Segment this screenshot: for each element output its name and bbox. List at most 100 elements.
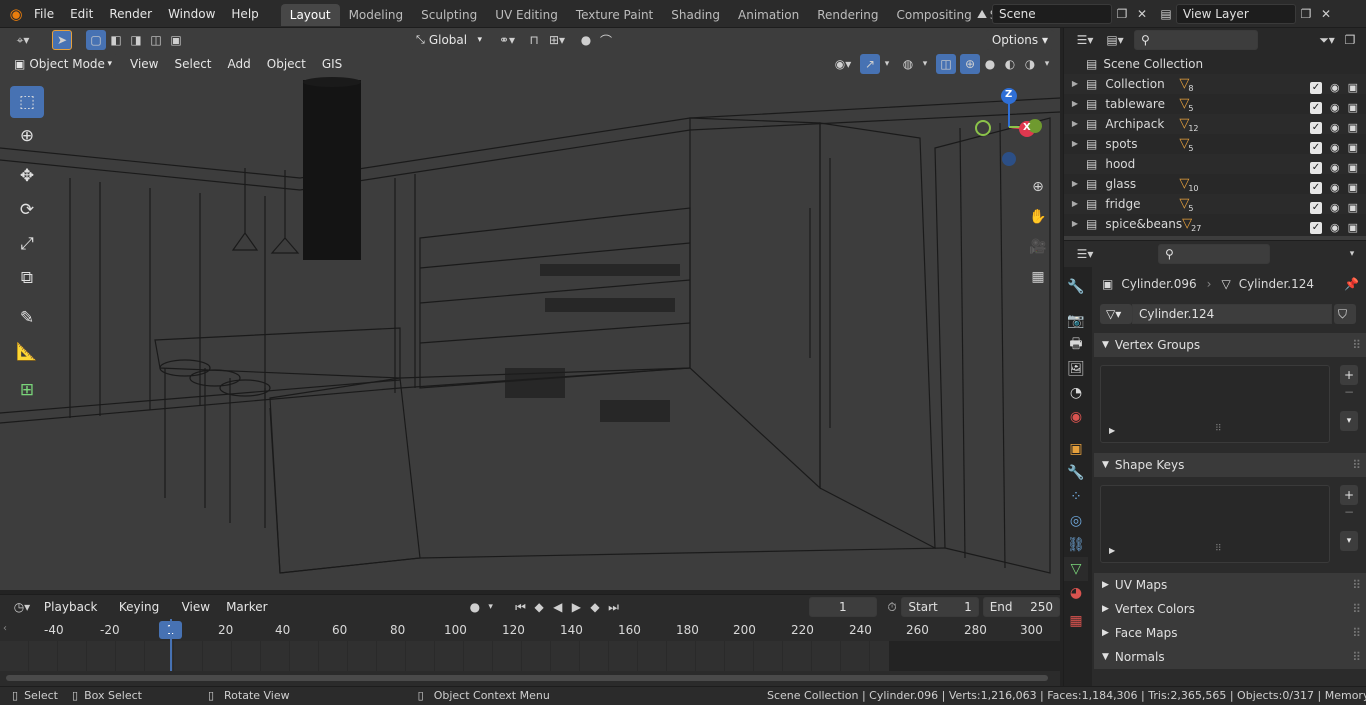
face-maps-panel-header[interactable]: ▶ Face Maps ⠿ <box>1094 621 1366 645</box>
fake-user-shield-icon[interactable]: ⛉ <box>1334 304 1356 324</box>
render-tab-icon[interactable]: 📷 <box>1064 309 1088 333</box>
shading-material-icon[interactable]: ◐ <box>1000 54 1020 74</box>
include-checkbox[interactable]: ✓ <box>1309 202 1322 214</box>
list-expand-icon[interactable]: ▶ <box>1109 546 1115 555</box>
blender-logo-icon[interactable]: ◉ <box>6 4 26 24</box>
snap-toggle-icon[interactable]: ⊓ <box>524 30 544 50</box>
select-new-icon[interactable]: ▢ <box>86 30 106 50</box>
copy-view-layer-icon[interactable]: ❐ <box>1296 4 1316 24</box>
select-invert-icon[interactable]: ◫ <box>146 30 166 50</box>
pin-icon[interactable]: 📌 <box>1344 277 1359 291</box>
jump-end-icon[interactable]: ⏭ <box>604 597 623 617</box>
list-expand-icon[interactable]: ▶ <box>1109 426 1115 435</box>
modifier-tab-icon[interactable]: 🔧 <box>1064 461 1088 485</box>
editor-type-icon[interactable]: ⌖▾ <box>8 30 38 50</box>
properties-editor-icon[interactable]: ☰▾ <box>1070 244 1100 264</box>
proportional-edit-icon[interactable]: ● <box>576 30 596 50</box>
tab-modeling[interactable]: Modeling <box>340 4 413 26</box>
remove-vertex-group-button[interactable]: − <box>1340 385 1358 399</box>
xray-icon[interactable]: ◫ <box>936 54 956 74</box>
gizmo-dropdown-icon[interactable]: ▾ <box>880 54 894 74</box>
vertex-groups-list[interactable]: ▶ ⠿ <box>1100 365 1330 443</box>
view-layer-tab-icon[interactable]: 🖼 <box>1064 357 1088 381</box>
filter-icon[interactable]: ⏷▾ <box>1314 30 1340 50</box>
play-icon[interactable]: ▶ <box>567 597 586 617</box>
timeline-ruler[interactable]: ‹ -40 -20 1 20 40 60 80 100 120 140 160 … <box>0 619 1060 641</box>
current-frame-field[interactable]: 1 <box>808 597 877 617</box>
close-scene-icon[interactable]: ✕ <box>1132 4 1152 24</box>
add-vertex-group-button[interactable]: + <box>1340 365 1358 385</box>
tab-compositing[interactable]: Compositing <box>887 4 980 26</box>
tab-rendering[interactable]: Rendering <box>808 4 887 26</box>
include-checkbox[interactable]: ✓ <box>1309 222 1322 234</box>
material-tab-icon[interactable]: ◕ <box>1064 581 1088 605</box>
include-checkbox[interactable]: ✓ <box>1309 122 1322 134</box>
object-count-icon[interactable]: ▽ 12 <box>1179 114 1198 134</box>
timeline-editor-icon[interactable]: ◷▾ <box>8 597 36 617</box>
tool-cursor[interactable]: ⊕ <box>10 120 44 152</box>
outliner-root-row[interactable]: ▤ Scene Collection <box>1064 54 1366 74</box>
object-tab-icon[interactable]: ▣ <box>1064 437 1088 461</box>
tool-rotate[interactable]: ⟳ <box>10 194 44 226</box>
overlay-dropdown-icon[interactable]: ▾ <box>918 54 932 74</box>
menu-timeline-view[interactable]: View <box>174 593 218 621</box>
view-layer-field[interactable]: View Layer <box>1176 4 1296 24</box>
vertex-groups-panel-header[interactable]: ▼ Vertex Groups ⠿ <box>1094 333 1366 357</box>
scene-tab-icon[interactable]: ◔ <box>1064 381 1088 405</box>
shading-solid-icon[interactable]: ● <box>980 54 1000 74</box>
tab-layout[interactable]: Layout <box>280 4 340 26</box>
menu-help[interactable]: Help <box>223 0 266 28</box>
include-checkbox[interactable]: ✓ <box>1309 182 1322 194</box>
copy-scene-icon[interactable]: ❐ <box>1112 4 1132 24</box>
select-intersect-icon[interactable]: ▣ <box>166 30 186 50</box>
snap-target-icon[interactable]: ⊞▾ <box>544 30 570 50</box>
vertex-group-specials-button[interactable]: ▾ <box>1340 411 1358 431</box>
shape-keys-panel-header[interactable]: ▼ Shape Keys ⠿ <box>1094 453 1366 477</box>
expand-arrow-icon[interactable]: ▶ <box>1064 114 1086 134</box>
include-checkbox[interactable]: ✓ <box>1309 142 1322 154</box>
record-icon[interactable]: ● <box>466 597 485 617</box>
expand-arrow-icon[interactable]: ▶ <box>1064 74 1086 94</box>
new-collection-icon[interactable]: ❐ <box>1340 30 1360 50</box>
end-frame-field[interactable]: End 250 <box>982 597 1060 617</box>
tab-shading[interactable]: Shading <box>662 4 729 26</box>
object-count-icon[interactable]: ▽ 5 <box>1179 134 1193 154</box>
stopwatch-icon[interactable]: ⏱ <box>883 597 902 617</box>
particles-tab-icon[interactable]: ⁘ <box>1064 485 1088 509</box>
tab-texture-paint[interactable]: Texture Paint <box>567 4 662 26</box>
tab-animation[interactable]: Animation <box>729 4 808 26</box>
menu-select[interactable]: Select <box>166 50 219 78</box>
menu-file[interactable]: File <box>26 0 62 28</box>
expand-arrow-icon[interactable]: ▶ <box>1064 214 1086 234</box>
close-view-layer-icon[interactable]: ✕ <box>1316 4 1336 24</box>
timeline-track-area[interactable] <box>0 619 1060 671</box>
options-button[interactable]: Options ▾ <box>985 30 1054 50</box>
list-resize-handle-icon[interactable]: ⠿ <box>1215 424 1222 434</box>
object-count-icon[interactable]: ▽ 8 <box>1179 74 1193 94</box>
remove-shape-key-button[interactable]: − <box>1340 505 1358 519</box>
properties-search-input[interactable]: ⚲ <box>1158 244 1270 264</box>
visibility-icon[interactable]: ◉▾ <box>830 54 856 74</box>
outliner-row[interactable]: ▶ ▤ Collection ▽ 8 ✓ ◉ ▣ <box>1064 74 1366 94</box>
world-tab-icon[interactable]: ◉ <box>1064 405 1088 429</box>
include-checkbox[interactable]: ✓ <box>1309 102 1322 114</box>
menu-edit[interactable]: Edit <box>62 0 101 28</box>
mesh-browse-button[interactable]: ▽▾ <box>1100 304 1132 324</box>
object-count-icon[interactable]: ▽ 27 <box>1182 214 1201 234</box>
tool-tab-icon[interactable]: 🔧 <box>1064 275 1088 299</box>
mode-dropdown[interactable]: ▣ Object Mode ▾ <box>8 54 118 74</box>
normals-panel-header[interactable]: ▼ Normals ⠿ <box>1094 645 1366 669</box>
pan-hand-icon[interactable]: ✋ <box>1026 202 1050 232</box>
outliner-search-input[interactable]: ⚲ <box>1134 30 1258 50</box>
menu-view[interactable]: View <box>122 50 166 78</box>
shading-wireframe-icon[interactable]: ⊕ <box>960 54 980 74</box>
display-mode-icon[interactable]: ▤▾ <box>1100 30 1130 50</box>
outliner-row[interactable]: ▶ ▤ spots ▽ 5 ✓ ◉ ▣ <box>1064 134 1366 154</box>
menu-marker[interactable]: Marker <box>218 593 275 621</box>
shape-keys-list[interactable]: ▶ ⠿ <box>1100 485 1330 563</box>
object-count-icon[interactable]: ▽ 5 <box>1179 94 1193 114</box>
include-checkbox[interactable]: ✓ <box>1309 162 1322 174</box>
prev-keyframe-icon[interactable]: ◆ <box>530 597 549 617</box>
select-extend-icon[interactable]: ◧ <box>106 30 126 50</box>
menu-render[interactable]: Render <box>101 0 160 28</box>
